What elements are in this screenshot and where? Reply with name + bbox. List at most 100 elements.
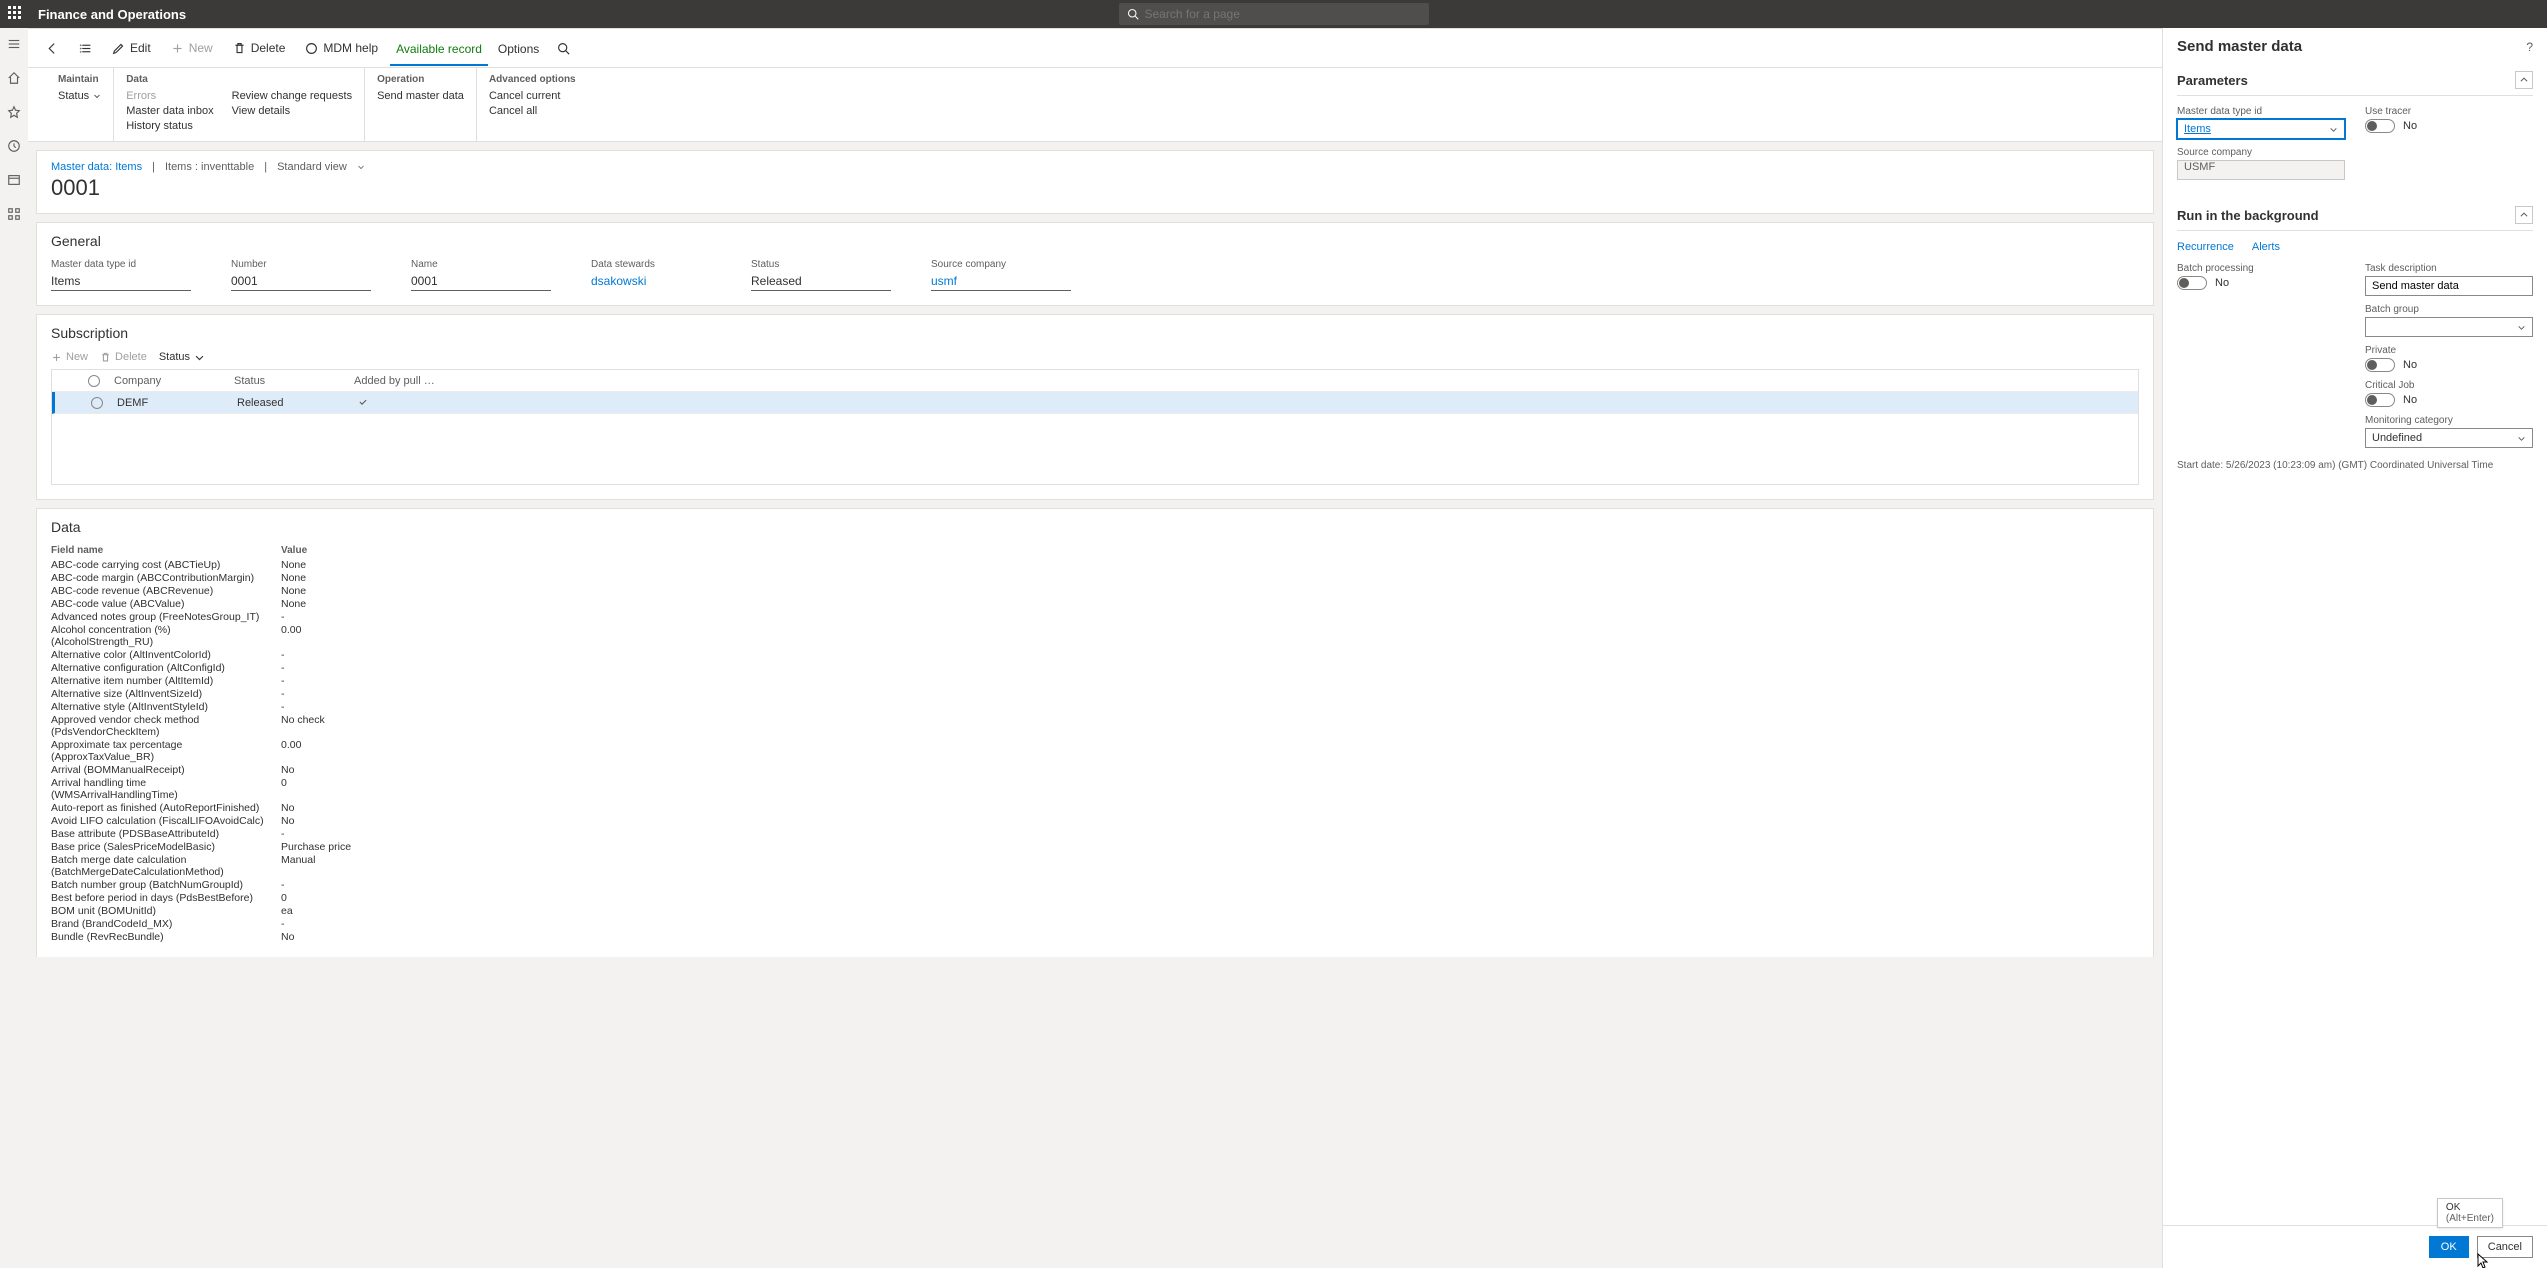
row-radio[interactable] [91,397,103,409]
data-field-value: None [281,572,2139,584]
list-button[interactable] [71,38,100,59]
clock-icon[interactable] [6,138,22,154]
ribbon-group-data: Data Errors Master data inbox History st… [114,68,365,141]
tracer-toggle[interactable] [2365,119,2395,133]
data-field-value: 0.00 [281,624,2139,648]
data-field-value: - [281,675,2139,687]
waffle-icon[interactable] [8,6,24,22]
sub-new-button[interactable]: New [51,351,88,363]
data-list: Field name Value ABC-code carrying cost … [51,545,2139,943]
batch-toggle[interactable] [2177,276,2207,290]
data-field-name: Bundle (RevRecBundle) [51,931,271,943]
star-icon[interactable] [6,104,22,120]
tab-alerts[interactable]: Alerts [2252,241,2280,253]
breadcrumb-link[interactable]: Master data: Items [51,161,142,173]
bg-critical-label: Critical Job [2365,380,2533,391]
hamburger-icon[interactable] [6,36,22,52]
data-field-name: Base attribute (PDSBaseAttributeId) [51,828,271,840]
chevron-down-icon [2517,323,2526,332]
edit-label: Edit [130,41,151,55]
col-added[interactable]: Added by pull … [348,375,468,387]
data-field-name: Approximate tax percentage (ApproxTaxVal… [51,739,271,763]
data-field-value: None [281,585,2139,597]
side-rail [0,28,28,1268]
tab-recurrence[interactable]: Recurrence [2177,241,2234,253]
select-all-radio[interactable] [88,375,100,387]
table-row[interactable]: DEMF Released [52,392,2138,414]
collapse-button[interactable] [2515,206,2533,224]
data-field-name: Avoid LIFO calculation (FiscalLIFOAvoidC… [51,815,271,827]
hdr-value: Value [281,545,2139,558]
cancel-button[interactable]: Cancel [2477,1236,2533,1258]
global-search[interactable] [1119,3,1429,25]
data-field-value: 0 [281,777,2139,801]
monitoring-select[interactable]: Undefined [2365,428,2533,448]
data-field-name: ABC-code value (ABCValue) [51,598,271,610]
sub-new-label: New [66,351,88,363]
section-general: General Master data type id Items Number… [36,222,2154,306]
param-mdtid-combo[interactable]: Items [2177,119,2345,139]
collapse-button[interactable] [2515,71,2533,89]
rib-cancel-current[interactable]: Cancel current [489,89,561,103]
data-field-name: Batch number group (BatchNumGroupId) [51,879,271,891]
data-field-name: Alternative item number (AltItemId) [51,675,271,687]
workspace-icon[interactable] [6,172,22,188]
tab-available-record[interactable]: Available record [390,32,488,65]
fld-mdtid-value[interactable]: Items [51,272,191,291]
filter-search-button[interactable] [549,38,578,59]
start-date-line: Start date: 5/26/2023 (10:23:09 am) (GMT… [2177,460,2533,471]
sub-ribbon: Maintain Status Data Errors Master data [28,68,2162,142]
fld-stewards-value[interactable]: dsakowski [591,272,711,291]
mdm-help-button[interactable]: MDM help [297,37,386,59]
batch-group-select[interactable] [2365,317,2533,337]
edit-button[interactable]: Edit [104,37,159,59]
param-mdtid-label: Master data type id [2177,106,2345,117]
data-field-name: ABC-code carrying cost (ABCTieUp) [51,559,271,571]
rib-cancel-all[interactable]: Cancel all [489,104,561,118]
panel-section-parameters: Parameters [2177,65,2533,96]
data-field-name: Alternative color (AltInventColorId) [51,649,271,661]
sub-status-button[interactable]: Status [159,351,205,363]
fld-status-value[interactable]: Released [751,272,891,291]
breadcrumb-view[interactable]: Standard view [277,161,347,173]
rib-inbox[interactable]: Master data inbox [126,104,213,118]
global-search-input[interactable] [1145,7,1421,21]
delete-button[interactable]: Delete [225,37,294,59]
home-icon[interactable] [6,70,22,86]
question-icon [305,42,318,55]
sub-delete-label: Delete [115,351,147,363]
data-field-value: 0.00 [281,739,2139,763]
data-field-name: Base price (SalesPriceModelBasic) [51,841,271,853]
help-icon[interactable]: ? [2526,40,2533,54]
sub-delete-button[interactable]: Delete [100,351,147,363]
subscription-toolbar: New Delete Status [51,351,2139,363]
back-button[interactable] [38,38,67,59]
ribbon-maintain-status[interactable]: Status [58,89,101,103]
rib-errors[interactable]: Errors [126,89,213,103]
panel-parameters-label: Parameters [2177,73,2248,88]
rib-view-details[interactable]: View details [232,104,352,118]
breadcrumb-items: Items : inventtable [165,161,254,173]
fld-name-value[interactable]: 0001 [411,272,551,291]
top-header: Finance and Operations [0,0,2547,28]
data-field-value: No [281,802,2139,814]
ok-button[interactable]: OK [2429,1236,2469,1258]
check-icon [357,396,369,408]
fld-number-value[interactable]: 0001 [231,272,371,291]
col-status[interactable]: Status [228,375,348,387]
ribbon-group-advanced: Advanced options Cancel current Cancel a… [477,68,588,141]
modules-icon[interactable] [6,206,22,222]
tracer-value-label: No [2403,120,2417,132]
tab-options[interactable]: Options [492,32,545,65]
tooltip-line1: OK [2446,1202,2494,1213]
rib-review[interactable]: Review change requests [232,89,352,103]
fld-company-value[interactable]: usmf [931,272,1071,291]
private-toggle[interactable] [2365,358,2395,372]
ribbon-title-advanced: Advanced options [489,74,576,85]
critical-toggle[interactable] [2365,393,2395,407]
new-button[interactable]: New [163,37,221,59]
task-description-input[interactable] [2365,276,2533,296]
col-company[interactable]: Company [108,375,228,387]
rib-send-master-data[interactable]: Send master data [377,89,464,103]
rib-history[interactable]: History status [126,119,213,133]
